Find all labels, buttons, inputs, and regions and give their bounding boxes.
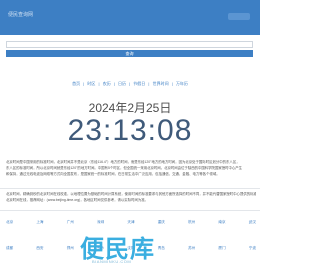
city-link[interactable]: 南京 — [218, 220, 225, 225]
search-input[interactable] — [6, 41, 253, 48]
current-time: 23:13:08 — [67, 114, 193, 147]
city-link[interactable]: 成都 — [6, 246, 13, 251]
top-navigation-bar: 便民查询网 — [0, 0, 260, 35]
nav-separator: | — [98, 81, 100, 86]
city-link[interactable]: 上海 — [36, 220, 43, 225]
nav-separator: | — [83, 81, 85, 86]
nav-separator: | — [148, 81, 150, 86]
brand-tagline: BIANMINKU.COM — [92, 259, 132, 264]
city-link[interactable]: 武汉 — [249, 220, 256, 225]
city-link[interactable]: 杭州 — [188, 220, 195, 225]
nav-separator: | — [171, 81, 173, 86]
description-line: 北京时间是中国采用的标准时间，北京时间并不是北京（东经116.4°）地方的时间，… — [6, 160, 240, 164]
nav-link-holidays[interactable]: 节假日 — [133, 81, 145, 86]
city-link[interactable]: 厦门 — [218, 246, 225, 251]
city-link[interactable]: 宁波 — [249, 246, 256, 251]
city-link[interactable]: 天津 — [127, 220, 134, 225]
search-button[interactable]: 查询 — [6, 50, 253, 57]
nav-link-home[interactable]: 首页 — [72, 81, 80, 86]
notice-line: 北京时间，精确到秒的北京时间在线校准，以地理位置为基础的时间计算系统，使用时间的… — [6, 192, 256, 196]
city-link[interactable]: 北京 — [6, 220, 13, 225]
city-link[interactable]: 西安 — [36, 246, 43, 251]
city-links-row: 北京 上海 广州 深圳 天津 重庆 杭州 南京 武汉 — [6, 220, 256, 225]
city-link[interactable]: 重庆 — [158, 220, 165, 225]
menu-icon[interactable] — [228, 13, 250, 20]
divider — [0, 210, 260, 211]
site-logo[interactable]: 便民查询网 — [8, 11, 33, 18]
city-link[interactable]: 青岛 — [158, 246, 165, 251]
nav-link-calendar[interactable]: 日历 — [118, 81, 126, 86]
city-link[interactable]: 郑州 — [67, 246, 74, 251]
nav-link-perpetual-calendar[interactable]: 万年历 — [176, 81, 188, 86]
nav-link-lunar[interactable]: 农历 — [103, 81, 111, 86]
divider — [0, 188, 260, 189]
notice-line: 北京时间在线，推荐网址：(www.beijing-time.org)，各地区时间… — [6, 198, 149, 202]
description-line: 东八区的标准时间，所以北京时间就是东经120°的地方时间。中国有5个时区，但全国… — [6, 166, 243, 170]
nav-links: 首页 | 时区 | 农历 | 日历 | 节假日 | 世界时间 | 万年历 — [0, 81, 260, 87]
nav-link-world-time[interactable]: 世界时间 — [153, 81, 169, 86]
nav-separator: | — [113, 81, 115, 86]
city-link[interactable]: 广州 — [67, 220, 74, 225]
description-line: 和保持，通过无线电波及网络等方式向全国发布，是国家统一的标准时间，在日常生活中广… — [6, 172, 220, 176]
nav-separator: | — [129, 81, 131, 86]
city-link[interactable]: 苏州 — [188, 246, 195, 251]
search-area: 查询 — [0, 41, 260, 59]
nav-link-timezone[interactable]: 时区 — [87, 81, 95, 86]
city-link[interactable]: 深圳 — [97, 220, 104, 225]
